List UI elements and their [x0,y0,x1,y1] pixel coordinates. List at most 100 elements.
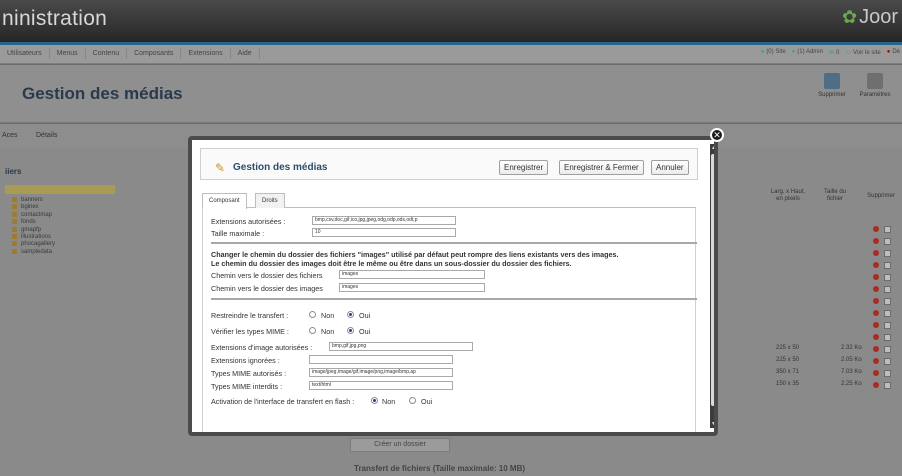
col-delete: Supprimer [867,193,895,199]
folder-tree: banners bginex contactmap fonds gmapfp i… [12,197,55,256]
file-path-field[interactable]: images [339,270,485,279]
component-form: Extensions autorisées : bmp,csv,doc,gif,… [202,208,697,432]
delete-icon[interactable] [873,298,879,304]
table-row: 350 x 71 7.03 Ko [776,369,862,375]
restrict-no-radio[interactable] [309,311,316,318]
restrict-upload-label: Restreindre le transfert : [211,311,289,320]
users-icon: ● [760,49,765,55]
save-button[interactable]: Enregistrer [499,160,549,175]
mime-yes-radio[interactable] [347,327,354,334]
joomla-logo-icon: ✿ [842,7,858,27]
tab-details[interactable]: Détails [36,132,57,139]
tab-component[interactable]: Composant [202,193,247,209]
modal-scrollbar[interactable]: ▲ ▼ [710,144,714,428]
col-dimensions: Larg. x Haut. en pixels [770,189,806,202]
settings-toolbar-button[interactable]: Paramètres [855,73,895,98]
admin-header: ninistration ✿ Joor [0,0,902,42]
row-checkbox[interactable] [884,250,891,257]
joomla-logo-text: Joor [859,6,898,28]
folder-item[interactable]: sampledata [12,248,55,256]
folder-icon [12,204,17,210]
delete-icon[interactable] [873,274,879,280]
gear-icon [867,73,883,89]
status-view-site[interactable]: ▭ Voir le site [845,49,880,56]
image-path-field[interactable]: images [339,283,485,292]
ignored-extensions-label: Extensions ignorées : [211,356,280,365]
cancel-button[interactable]: Annuler [651,160,689,175]
check-mime-label: Vérifier les types MIME : [211,327,289,336]
row-checkbox[interactable] [884,334,891,341]
status-site[interactable]: ● (0) Site [761,49,786,56]
status-bar: ● (0) Site ● (1) Admin ✉ 0 ▭ Voir le site ● D… [761,49,900,56]
flash-yes-radio[interactable] [409,397,416,404]
folder-item[interactable]: fonds [12,219,55,226]
delete-icon[interactable] [873,322,879,328]
mime-no-label: Non [321,327,335,336]
logout-icon: ● [886,49,891,55]
delete-toolbar-button[interactable]: Supprimer [812,73,852,98]
allowed-extensions-field[interactable]: bmp,csv,doc,gif,ico,jpg,jpeg,odg,odp,ods… [312,216,456,225]
folder-item[interactable]: illustrations [12,233,55,241]
row-checkbox[interactable] [884,274,891,281]
flash-no-label: Non [382,397,396,406]
upload-section-title: Transfert de fichiers (Taille maximale: … [354,464,526,473]
tab-permissions[interactable]: Droits [255,193,285,208]
folder-item[interactable]: banners [12,197,55,204]
folder-item[interactable]: gmapfp [12,226,55,234]
options-modal: ✎ Gestion des médias Enregistrer Enregis… [188,136,718,436]
image-extensions-field[interactable]: bmp,gif,jpg,png [329,342,473,351]
menu-item-components[interactable]: Composants [127,48,182,59]
page-toolbar: Gestion des médias Supprimer Paramètres [0,65,902,123]
trash-icon [824,73,840,89]
menu-item-extensions[interactable]: Extensions [181,48,231,59]
scrollbar-thumb[interactable] [711,154,714,406]
max-size-field[interactable]: 10 [312,228,456,237]
delete-icon[interactable] [873,310,879,316]
ignored-extensions-field[interactable] [309,355,453,364]
close-modal-button[interactable]: ✕ [710,128,724,142]
row-checkbox[interactable] [884,298,891,305]
row-checkbox[interactable] [884,262,891,269]
row-checkbox[interactable] [884,322,891,329]
folder-item[interactable]: bginex [12,204,55,211]
delete-icon[interactable] [873,262,879,268]
save-close-button[interactable]: Enregistrer & Fermer [559,160,644,175]
scroll-up-icon[interactable]: ▲ [711,145,714,151]
mime-no-radio[interactable] [309,327,316,334]
scroll-down-icon[interactable]: ▼ [711,421,714,427]
menu-item-help[interactable]: Aide [231,48,260,59]
status-messages[interactable]: ✉ 0 [829,49,839,56]
row-checkbox[interactable] [884,238,891,245]
menu-item-users[interactable]: Utilisateurs [0,48,50,59]
tab-thumbnails[interactable]: Aces [2,132,18,139]
delete-icon[interactable] [873,286,879,292]
close-icon: ✕ [713,130,721,140]
forbidden-mime-field[interactable]: text/html [309,381,453,390]
file-path-label: Chemin vers le dossier des fichiers [211,271,323,280]
users-icon: ● [791,49,796,55]
menu-item-content[interactable]: Contenu [86,48,128,59]
delete-icon[interactable] [873,250,879,256]
main-menubar: Utilisateurs Menus Contenu Composants Ex… [0,45,902,64]
folder-item[interactable]: contactmap [12,211,55,219]
col-filesize: Taille du fichier [823,189,846,202]
menu-item-menus[interactable]: Menus [50,48,86,59]
folder-icon [12,197,17,202]
folder-icon [12,233,17,239]
folder-root-selected[interactable] [5,185,115,194]
status-logout[interactable]: ● Dé [887,49,900,56]
delete-icon[interactable] [873,334,879,340]
mail-icon: ✉ [828,50,834,56]
folder-item[interactable]: phocagallery [12,241,55,248]
status-admin[interactable]: ● (1) Admin [792,49,823,56]
allowed-mime-field[interactable]: image/jpeg,image/gif,image/png,image/bmp… [309,368,453,377]
restrict-yes-radio[interactable] [347,311,354,318]
flash-no-radio[interactable] [371,397,378,404]
row-checkbox[interactable] [884,310,891,317]
row-checkbox[interactable] [884,226,891,233]
create-folder-button[interactable]: Créer un dossier [350,438,450,452]
delete-icon[interactable] [873,238,879,244]
delete-icon[interactable] [873,226,879,232]
row-checkbox[interactable] [884,286,891,293]
table-row: 150 x 35 2.25 Ko [776,381,862,387]
